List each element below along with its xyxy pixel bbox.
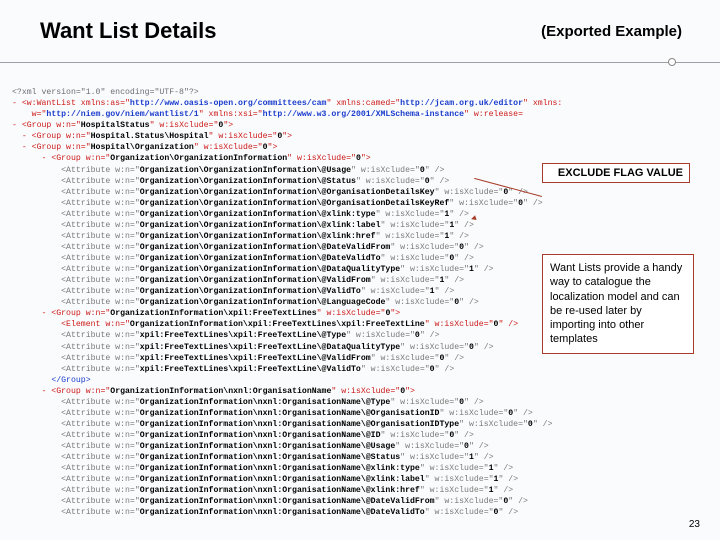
callout-text: EXCLUDE FLAG VALUE xyxy=(558,167,683,179)
xml-line: <Attribute w:n="Organization\Organizatio… xyxy=(12,298,479,307)
xml-line: <Attribute w:n="OrganizationInformation\… xyxy=(12,508,518,517)
xml-line: - <Group w:n="HospitalStatus" w:isXclude… xyxy=(12,121,233,130)
xml-line: <Attribute w:n="Organization\Organizatio… xyxy=(12,166,444,175)
page-subtitle: (Exported Example) xyxy=(541,23,682,40)
xml-line: <Attribute w:n="xpil:FreeTextLines\xpil:… xyxy=(12,365,454,374)
xml-line: <Attribute w:n="OrganizationInformation\… xyxy=(12,464,513,473)
xml-line: <Attribute w:n="xpil:FreeTextLines\xpil:… xyxy=(12,354,464,363)
page-title: Want List Details xyxy=(40,18,216,44)
xml-line: - <Group w:n="Hospital.Status\Hospital" … xyxy=(12,132,292,141)
xml-declaration: <?xml version="1.0" encoding="UTF-8"?> xyxy=(12,88,199,97)
xml-line: - <w:WantList xmlns:as="http://www.oasis… xyxy=(12,99,562,108)
callout-exclude-flag: EXCLUDE FLAG VALUE xyxy=(542,163,690,183)
xml-line: <Attribute w:n="Organization\Organizatio… xyxy=(12,276,464,285)
xml-line: - <Group w:n="Hospital\Organization" w:i… xyxy=(12,143,277,152)
xml-line: <Attribute w:n="OrganizationInformation\… xyxy=(12,398,484,407)
xml-line: <Attribute w:n="OrganizationInformation\… xyxy=(12,409,533,418)
xml-line: - <Group w:n="Organization\OrganizationI… xyxy=(12,154,371,163)
divider-dot-icon xyxy=(668,58,676,66)
xml-line: <Attribute w:n="Organization\Organizatio… xyxy=(12,232,469,241)
xml-line: <Attribute w:n="OrganizationInformation\… xyxy=(12,475,518,484)
xml-line: <Attribute w:n="OrganizationInformation\… xyxy=(12,431,474,440)
xml-line: <Attribute w:n="Organization\Organizatio… xyxy=(12,265,494,274)
xml-line: <Attribute w:n="Organization\Organizatio… xyxy=(12,243,484,252)
xml-line: <Attribute w:n="Organization\Organizatio… xyxy=(12,210,469,219)
xml-line: <Attribute w:n="Organization\Organizatio… xyxy=(12,221,474,230)
xml-line: <Attribute w:n="Organization\Organizatio… xyxy=(12,199,543,208)
xml-line: <Attribute w:n="Organization\Organizatio… xyxy=(12,177,449,186)
xml-line: - <Group w:n="OrganizationInformation\xp… xyxy=(12,309,400,318)
slide-header: Want List Details (Exported Example) xyxy=(0,0,720,54)
xml-line: <Attribute w:n="xpil:FreeTextLines\xpil:… xyxy=(12,343,494,352)
xml-line: <Attribute w:n="OrganizationInformation\… xyxy=(12,442,489,451)
xml-line: <Attribute w:n="OrganizationInformation\… xyxy=(12,497,528,506)
page-number: 23 xyxy=(689,519,700,530)
xml-line: <Element w:n="OrganizationInformation\xp… xyxy=(12,320,518,329)
xml-line: <Attribute w:n="xpil:FreeTextLines\xpil:… xyxy=(12,331,439,340)
xml-line: <Attribute w:n="OrganizationInformation\… xyxy=(12,453,494,462)
xml-line: <Attribute w:n="OrganizationInformation\… xyxy=(12,420,553,429)
xml-line: </Group> xyxy=(12,376,91,385)
xml-line: <Attribute w:n="OrganizationInformation\… xyxy=(12,486,513,495)
xml-line: <Attribute w:n="Organization\Organizatio… xyxy=(12,254,474,263)
xml-line: <Attribute w:n="Organization\Organizatio… xyxy=(12,188,528,197)
divider xyxy=(0,62,720,63)
callout-text: Want Lists provide a handy way to catalo… xyxy=(550,262,682,345)
xml-line: <Attribute w:n="Organization\Organizatio… xyxy=(12,287,454,296)
callout-info-box: Want Lists provide a handy way to catalo… xyxy=(542,254,694,354)
xml-line: w="http://niem.gov/niem/wantlist/1" xmln… xyxy=(12,110,523,119)
xml-line: - <Group w:n="OrganizationInformation\nx… xyxy=(12,387,415,396)
